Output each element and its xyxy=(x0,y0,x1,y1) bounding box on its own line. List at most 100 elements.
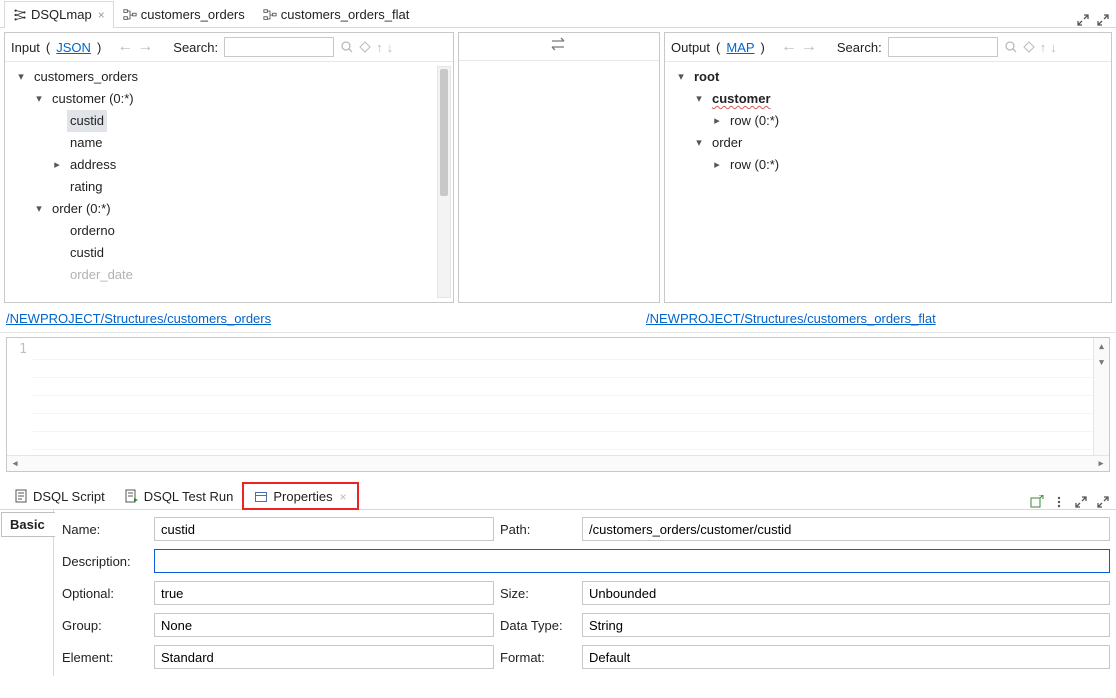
scrollbar-vertical[interactable]: ▴ ▾ xyxy=(1093,338,1109,455)
datatype-field[interactable] xyxy=(582,613,1110,637)
scrollbar-horizontal[interactable]: ◂ ▸ xyxy=(7,455,1109,471)
search-icon[interactable] xyxy=(1004,40,1018,55)
side-tab-basic[interactable]: Basic xyxy=(1,512,55,537)
tree-node-customer[interactable]: customer xyxy=(709,88,774,110)
structure-icon xyxy=(123,8,137,22)
code-lines[interactable] xyxy=(33,338,1109,471)
scroll-up-icon[interactable]: ▴ xyxy=(1094,338,1109,354)
input-panel: Input (JSON) ← → Search: ↑ ↓ xyxy=(4,32,454,303)
tree-node-address[interactable]: address xyxy=(67,154,119,176)
name-field[interactable] xyxy=(154,517,494,541)
tree-node-rating[interactable]: rating xyxy=(67,176,106,198)
search-icon[interactable] xyxy=(340,40,354,55)
format-field[interactable] xyxy=(582,645,1110,669)
tree-node-order-date[interactable]: order_date xyxy=(67,264,136,286)
tab-bar-controls xyxy=(1076,13,1116,27)
clear-icon[interactable] xyxy=(358,40,372,55)
swap-icon[interactable] xyxy=(550,37,568,56)
tree-node-order-custid[interactable]: custid xyxy=(67,242,107,264)
description-field[interactable] xyxy=(154,549,1110,573)
forward-icon[interactable]: → xyxy=(801,39,817,55)
scrollbar-thumb[interactable] xyxy=(440,69,448,196)
output-search-field[interactable] xyxy=(888,37,998,57)
chevron-down-icon[interactable]: ▾ xyxy=(693,88,705,110)
tree-node-customer[interactable]: customer (0:*) xyxy=(49,88,137,110)
input-panel-header: Input (JSON) ← → Search: ↑ ↓ xyxy=(5,33,453,62)
chevron-right-icon[interactable]: ▸ xyxy=(51,154,63,176)
output-structure-path-link[interactable]: /NEWPROJECT/Structures/customers_orders_… xyxy=(646,311,936,326)
run-icon xyxy=(125,489,139,503)
format-label: Format: xyxy=(498,650,578,665)
properties-icon xyxy=(254,490,268,504)
optional-label: Optional: xyxy=(60,586,150,601)
chevron-down-icon[interactable]: ▾ xyxy=(15,66,27,88)
element-field[interactable] xyxy=(154,645,494,669)
close-icon[interactable]: × xyxy=(340,490,347,504)
clear-icon[interactable] xyxy=(1022,40,1036,55)
input-search-field[interactable] xyxy=(224,37,334,57)
script-editor[interactable]: 1 ▴ ▾ ◂ ▸ xyxy=(6,337,1110,472)
search-label: Search: xyxy=(173,40,218,55)
restore-icon[interactable] xyxy=(1074,495,1088,509)
datatype-label: Data Type: xyxy=(498,618,578,633)
up-arrow-icon[interactable]: ↑ xyxy=(1040,40,1047,55)
tab-customers-orders[interactable]: customers_orders xyxy=(114,1,254,27)
chevron-right-icon[interactable]: ▸ xyxy=(711,110,723,132)
chevron-down-icon[interactable]: ▾ xyxy=(675,66,687,88)
tree-node-root[interactable]: customers_orders xyxy=(31,66,141,88)
line-number: 1 xyxy=(7,342,27,357)
path-label: Path: xyxy=(498,522,578,537)
tab-dsqlmap[interactable]: DSQLmap × xyxy=(4,1,114,27)
output-panel-header: Output (MAP) ← → Search: ↑ ↓ xyxy=(665,33,1111,62)
scroll-left-icon[interactable]: ◂ xyxy=(7,456,23,471)
output-type-link[interactable]: MAP xyxy=(726,40,754,55)
chevron-down-icon[interactable]: ▾ xyxy=(693,132,705,154)
tab-label: DSQLmap xyxy=(31,7,92,22)
center-panel-body xyxy=(459,61,659,302)
input-type-link[interactable]: JSON xyxy=(56,40,91,55)
tree-node-name[interactable]: name xyxy=(67,132,106,154)
path-field[interactable] xyxy=(582,517,1110,541)
chevron-down-icon[interactable]: ▾ xyxy=(33,198,45,220)
tree-node-customer-row[interactable]: row (0:*) xyxy=(727,110,782,132)
tree-node-orderno[interactable]: orderno xyxy=(67,220,118,242)
close-icon[interactable]: × xyxy=(98,8,105,22)
tree-node-order[interactable]: order (0:*) xyxy=(49,198,114,220)
restore-icon[interactable] xyxy=(1076,13,1090,27)
menu-icon[interactable] xyxy=(1052,495,1066,509)
chevron-right-icon[interactable]: ▸ xyxy=(711,154,723,176)
group-field[interactable] xyxy=(154,613,494,637)
new-view-icon[interactable] xyxy=(1030,495,1044,509)
tab-customers-orders-flat[interactable]: customers_orders_flat xyxy=(254,1,419,27)
description-label: Description: xyxy=(60,554,150,569)
down-arrow-icon[interactable]: ↓ xyxy=(1050,40,1057,55)
chevron-down-icon[interactable]: ▾ xyxy=(33,88,45,110)
back-icon[interactable]: ← xyxy=(117,39,133,55)
tree-node-order[interactable]: order xyxy=(709,132,745,154)
tree-node-root[interactable]: root xyxy=(691,66,722,88)
output-panel: Output (MAP) ← → Search: ↑ ↓ ▾r xyxy=(664,32,1112,303)
top-tab-bar: DSQLmap × customers_orders customers_ord… xyxy=(0,0,1116,28)
input-structure-path-link[interactable]: /NEWPROJECT/Structures/customers_orders xyxy=(6,311,271,326)
search-label: Search: xyxy=(837,40,882,55)
maximize-icon[interactable] xyxy=(1096,13,1110,27)
tree-node-custid[interactable]: custid xyxy=(67,110,107,132)
size-field[interactable] xyxy=(582,581,1110,605)
properties-panel: Basic Name: Path: Description: Optional:… xyxy=(0,510,1116,676)
maximize-icon[interactable] xyxy=(1096,495,1110,509)
forward-icon[interactable]: → xyxy=(137,39,153,55)
back-icon[interactable]: ← xyxy=(781,39,797,55)
scroll-right-icon[interactable]: ▸ xyxy=(1093,456,1109,471)
tab-dsql-script[interactable]: DSQL Script xyxy=(4,483,115,509)
tab-dsql-test-run[interactable]: DSQL Test Run xyxy=(115,483,244,509)
tab-properties[interactable]: Properties × xyxy=(243,483,357,509)
optional-field[interactable] xyxy=(154,581,494,605)
scroll-down-icon[interactable]: ▾ xyxy=(1094,354,1109,370)
tree-node-order-row[interactable]: row (0:*) xyxy=(727,154,782,176)
up-arrow-icon[interactable]: ↑ xyxy=(376,40,383,55)
center-panel-header xyxy=(459,33,659,61)
down-arrow-icon[interactable]: ↓ xyxy=(387,40,394,55)
mapping-area: Input (JSON) ← → Search: ↑ ↓ xyxy=(0,28,1116,333)
properties-side-tabs: Basic xyxy=(0,510,54,676)
element-label: Element: xyxy=(60,650,150,665)
